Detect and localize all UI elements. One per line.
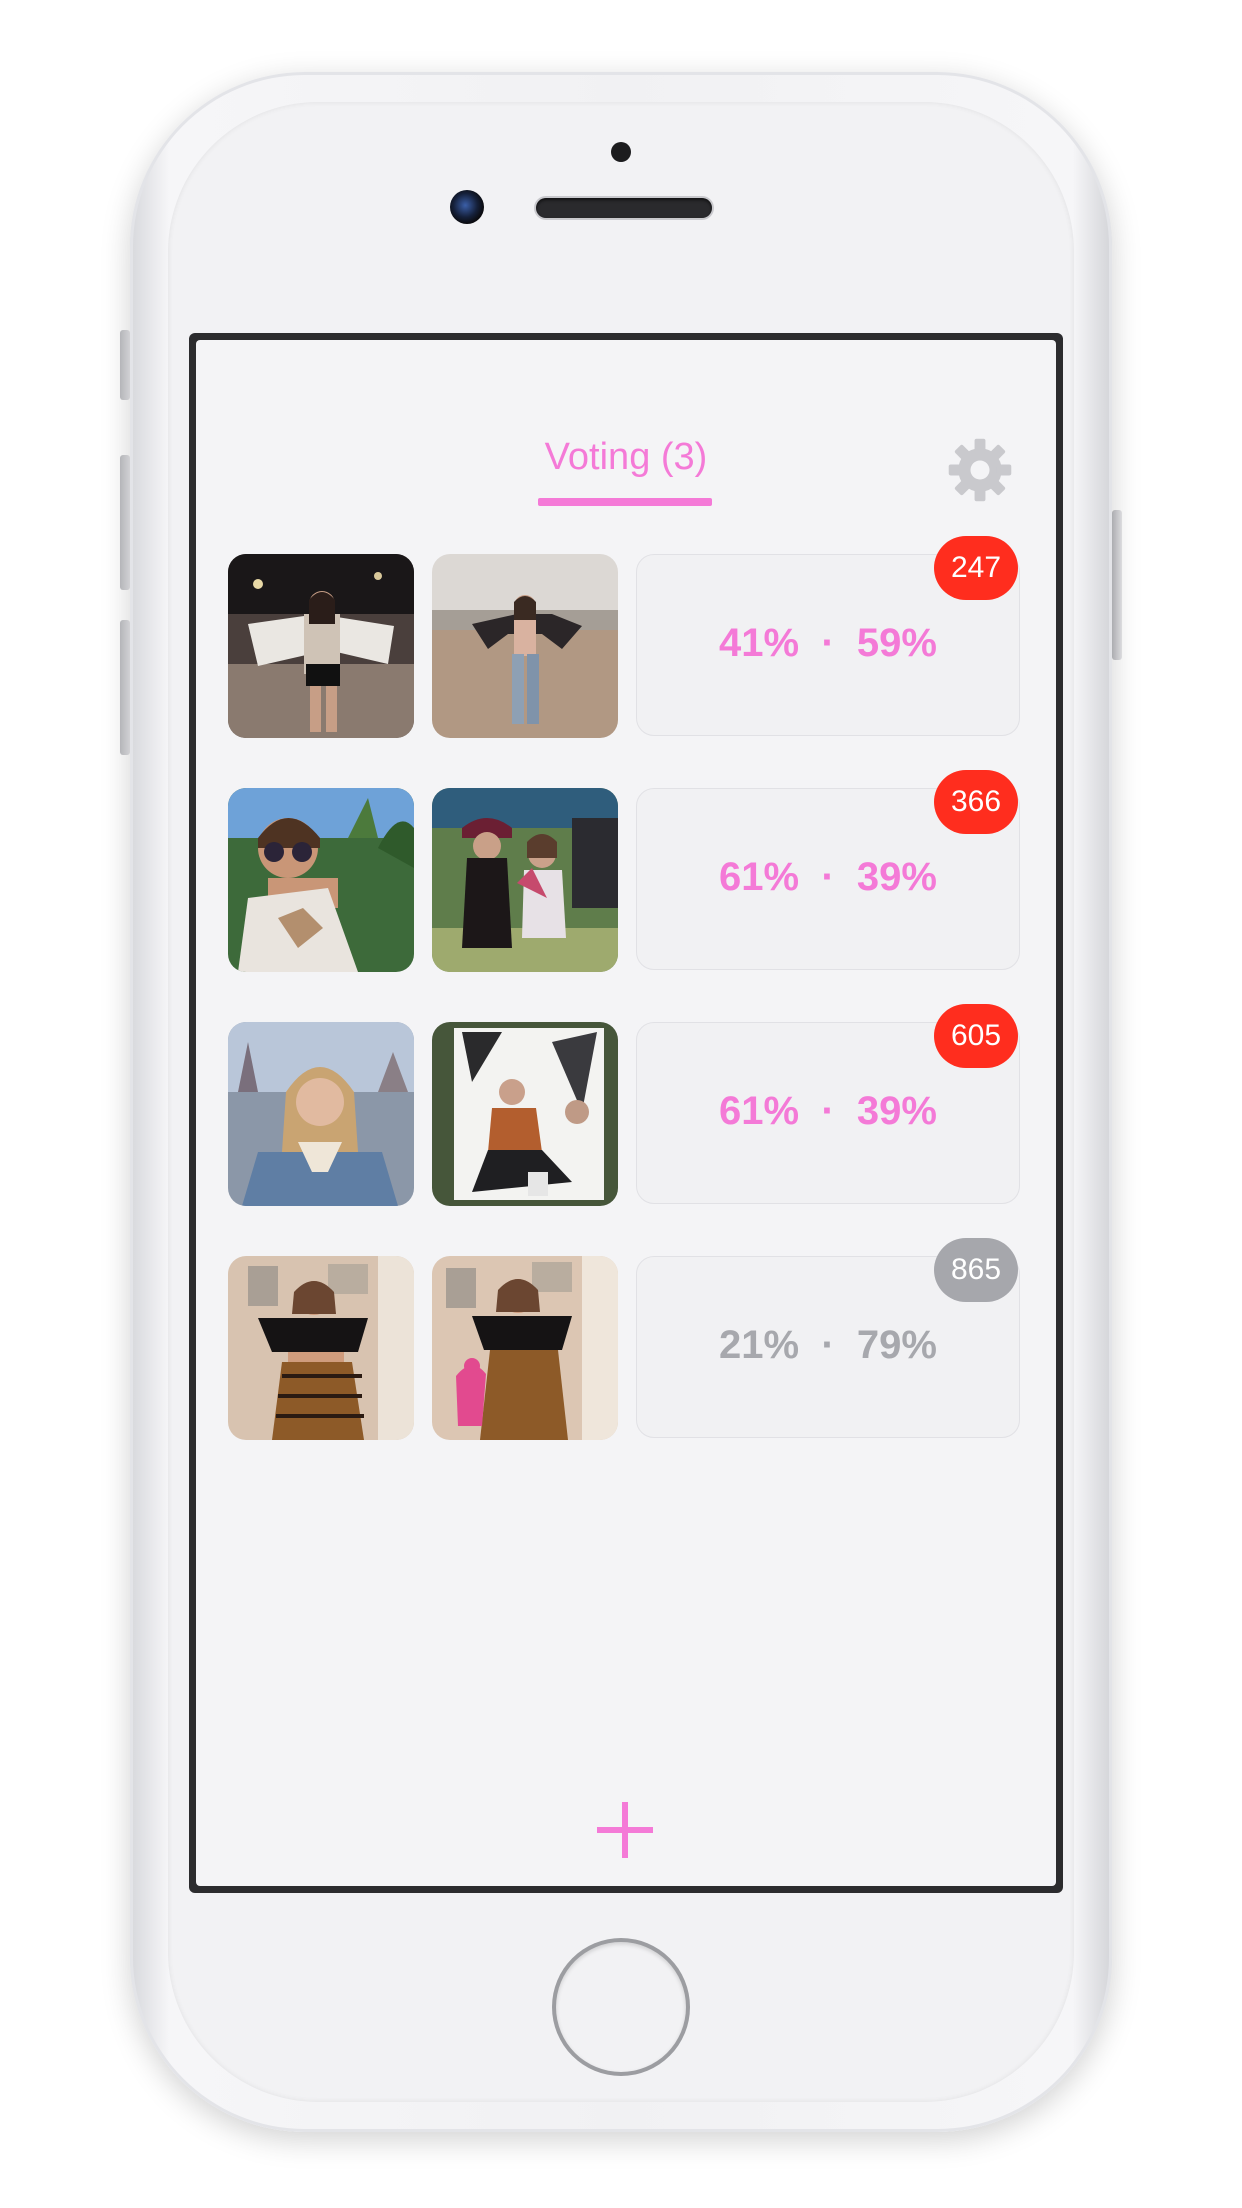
- poll-row-4[interactable]: 21% · 79% 865: [228, 1238, 1028, 1440]
- vote-count-badge: 865: [934, 1238, 1018, 1302]
- earpiece-speaker: [536, 198, 712, 218]
- gear-icon[interactable]: [946, 436, 1014, 504]
- device-mockup: Voting (3) 41% · 59% 247 61% · 39% 366 6…: [0, 0, 1242, 2208]
- volume-down-button: [120, 620, 130, 755]
- photo-thumbnail[interactable]: [228, 1256, 414, 1440]
- vote-count-badge: 366: [934, 770, 1018, 834]
- vote-percentages: 61% · 39%: [719, 1089, 937, 1133]
- photo-thumbnail[interactable]: [228, 788, 414, 972]
- app-screen: Voting (3) 41% · 59% 247 61% · 39% 366 6…: [196, 340, 1056, 1886]
- volume-up-button: [120, 455, 130, 590]
- front-camera: [450, 190, 484, 224]
- photo-thumbnail[interactable]: [432, 554, 618, 738]
- vote-count-badge: 247: [934, 536, 1018, 600]
- tab-active-indicator: [538, 498, 712, 506]
- photo-thumbnail[interactable]: [228, 554, 414, 738]
- poll-row-3[interactable]: 61% · 39% 605: [228, 1004, 1028, 1206]
- photo-thumbnail[interactable]: [228, 1022, 414, 1206]
- poll-row-2[interactable]: 61% · 39% 366: [228, 770, 1028, 972]
- poll-row-1[interactable]: 41% · 59% 247: [228, 536, 1028, 738]
- vote-percentages: 61% · 39%: [719, 855, 937, 899]
- photo-thumbnail[interactable]: [432, 1256, 618, 1440]
- power-button: [1112, 510, 1122, 660]
- photo-thumbnail[interactable]: [432, 1022, 618, 1206]
- plus-icon[interactable]: [595, 1800, 655, 1860]
- tab-voting[interactable]: Voting (3): [196, 436, 1056, 479]
- vote-count-badge: 605: [934, 1004, 1018, 1068]
- photo-thumbnail[interactable]: [432, 788, 618, 972]
- proximity-sensor: [611, 142, 631, 162]
- home-button: [556, 1942, 686, 2072]
- mute-switch: [120, 330, 130, 400]
- vote-percentages: 21% · 79%: [719, 1323, 937, 1367]
- vote-percentages: 41% · 59%: [719, 621, 937, 665]
